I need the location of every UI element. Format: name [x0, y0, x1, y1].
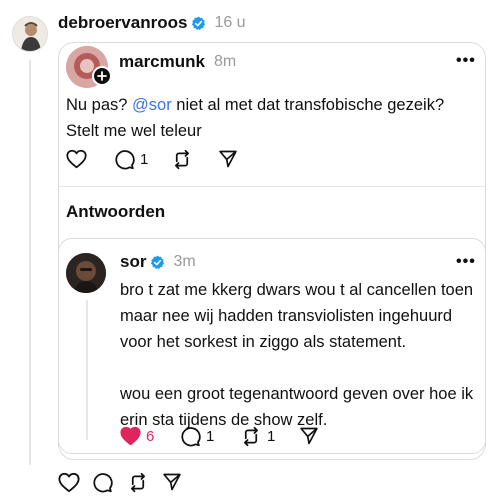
thread-line: [29, 60, 31, 465]
top-post-time: 16 u: [214, 14, 246, 31]
reply-thread-line: [86, 300, 88, 440]
comment-icon: [181, 427, 201, 447]
heart-icon: [66, 149, 87, 169]
top-post-username[interactable]: debroervanroos: [58, 13, 187, 33]
reply-post-username[interactable]: sor: [120, 252, 146, 272]
reply-repost-button[interactable]: 1: [240, 426, 275, 447]
quoted-post-username[interactable]: marcmunk: [119, 52, 205, 72]
reply-button[interactable]: 1: [114, 149, 148, 170]
comment-icon: [115, 150, 135, 170]
heart-filled-icon: [120, 426, 141, 446]
avatar-debroervanroos[interactable]: [12, 16, 48, 52]
verified-badge-icon: [192, 16, 206, 30]
reply-share-button[interactable]: [299, 426, 319, 446]
repost-icon: [175, 149, 189, 170]
like-button[interactable]: [66, 149, 87, 169]
quoted-post-text: Nu pas? @sor niet al met dat transfobisc…: [66, 92, 474, 144]
follow-plus-icon[interactable]: [92, 66, 112, 86]
reply-post-more-icon[interactable]: •••: [456, 253, 476, 271]
divider: [59, 186, 485, 187]
quoted-post-time: 8m: [213, 53, 237, 70]
verified-badge-icon: [151, 255, 165, 269]
repost-button[interactable]: [171, 149, 193, 170]
comment-icon: [93, 473, 113, 493]
reply-paragraph-1: bro t zat me kkerg dwars wou t al cancel…: [120, 281, 474, 351]
reply-count: 1: [140, 151, 149, 168]
reply-reply-button[interactable]: 1: [180, 426, 214, 447]
reply-like-button[interactable]: 6: [120, 426, 154, 446]
quoted-post-header: marcmunk 8m: [119, 52, 236, 72]
reply-post-header: sor 3m: [120, 252, 196, 272]
quoted-post-more-icon[interactable]: •••: [456, 52, 476, 70]
quoted-post-text-start: Nu pas?: [66, 96, 133, 114]
mention-link[interactable]: @sor: [132, 96, 172, 114]
repost-icon: [131, 472, 145, 493]
send-icon: [163, 473, 181, 491]
replies-heading: Antwoorden: [66, 202, 166, 221]
like-count: 6: [146, 427, 155, 445]
top-like-button[interactable]: [58, 472, 80, 493]
reply-reply-count: 1: [206, 428, 215, 445]
send-icon: [219, 150, 237, 168]
heart-icon: [58, 472, 80, 493]
reply-post-text: bro t zat me kkerg dwars wou t al cancel…: [120, 277, 478, 433]
avatar-image: [66, 253, 106, 293]
top-repost-button[interactable]: [127, 472, 149, 493]
send-icon: [300, 427, 318, 445]
share-button[interactable]: [218, 149, 238, 169]
repost-icon: [244, 426, 258, 447]
reply-post-time: 3m: [173, 253, 196, 270]
avatar-sor[interactable]: [66, 253, 106, 293]
top-share-button[interactable]: [162, 472, 182, 492]
top-reply-button[interactable]: [92, 472, 113, 493]
top-post-header: debroervanroos 16 u: [58, 13, 246, 33]
avatar-image: [13, 17, 47, 51]
repost-count: 1: [267, 428, 276, 445]
